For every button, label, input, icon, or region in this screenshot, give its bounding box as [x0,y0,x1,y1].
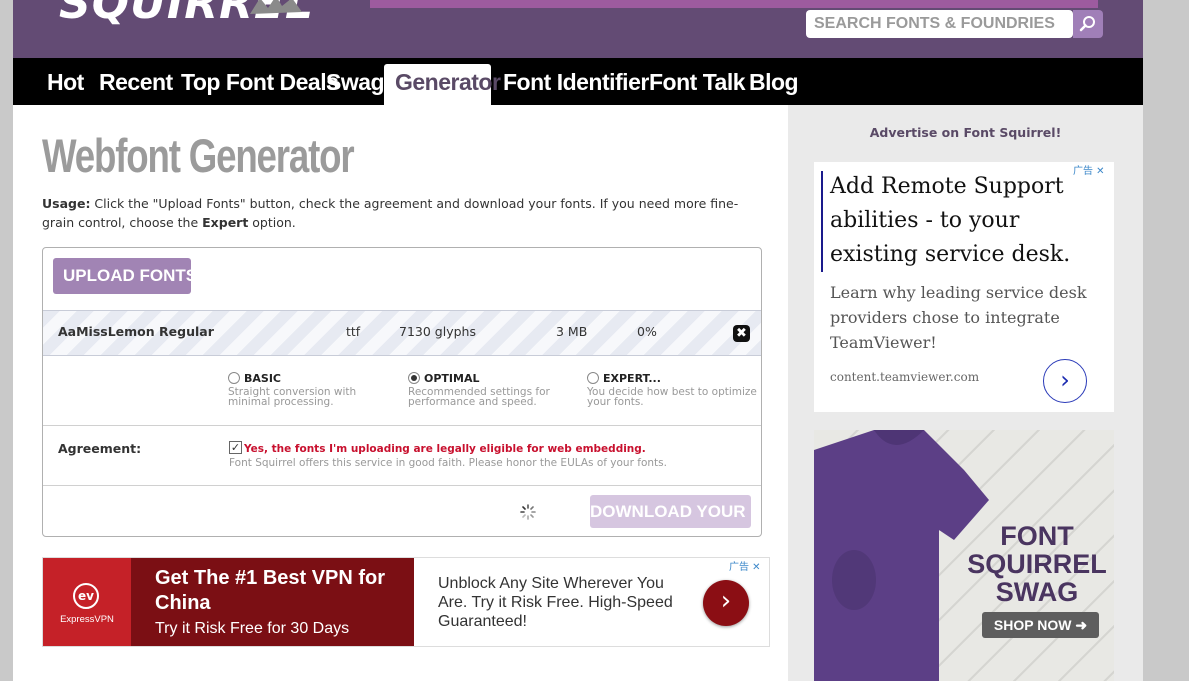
mode-optimal-radio[interactable] [408,372,420,384]
vpn-adchoice[interactable]: 广告 ✕ [729,558,761,573]
agreement-checkbox[interactable]: ✓ [229,441,242,454]
vpn-subheadline: Try it Risk Free for 30 Days [155,620,350,637]
vpn-brand: ExpressVPN [60,614,114,625]
download-kit-button[interactable]: DOWNLOAD YOUR KIT [590,495,761,528]
mode-expert-label: EXPERT... [603,372,661,385]
usage-text-2: option. [248,215,296,230]
font-progress: 0% [637,324,657,339]
header-banner [370,0,1098,8]
nav-item-blog[interactable]: Blog [738,64,809,105]
remove-font-button[interactable]: ✖ [733,325,750,342]
teamviewer-ad[interactable]: Add Remote Support abilities - to your e… [814,162,1114,412]
generator-panel: UPLOAD FONTS 🡡 AaMissLemon Regular ttf 7… [42,247,762,537]
shop-now-label: SHOP NOW [993,617,1072,633]
main-nav: Hot Recent Top Font Deals Swag Generator… [13,58,1143,105]
loading-spinner-icon [520,504,536,520]
search-box [806,10,1074,38]
tv-headline: Add Remote Support abilities - to your e… [830,174,1071,267]
upload-fonts-button[interactable]: UPLOAD FONTS 🡡 [53,258,215,294]
chevron-right-icon: › [720,586,732,616]
mode-basic-desc: Straight conversion with minimal process… [228,386,357,408]
search-button[interactable] [1073,10,1103,38]
expressvpn-logo-icon: ev [73,583,99,609]
font-name: AaMissLemon Regular [58,324,214,339]
font-row: AaMissLemon Regular ttf 7130 glyphs 3 MB… [43,310,761,356]
upload-fonts-label: UPLOAD FONTS [63,266,198,285]
mode-optimal-label: OPTIMAL [424,372,480,385]
mode-optimal-desc: Recommended settings for performance and… [408,386,550,408]
usage-text: Usage: Click the "Upload Fonts" button, … [42,194,742,232]
adchoice-label: 广告 [729,562,749,573]
agreement-label: Agreement: [58,441,142,456]
mode-basic-radio[interactable] [228,372,240,384]
font-size: 3 MB [556,324,588,339]
usage-text-1: Click the "Upload Fonts" button, check t… [42,196,739,230]
nav-item-hot[interactable]: Hot [36,64,95,105]
mode-basic-label: BASIC [244,372,281,385]
tv-adchoice[interactable]: 广告 ✕ [1073,162,1105,177]
nav-item-generator[interactable]: Generator [384,64,501,105]
vpn-body: Unblock Any Site Wherever You Are. Try i… [438,575,673,630]
squirrel-tail-icon [250,0,302,14]
vpn-ad[interactable]: ev ExpressVPN Get The #1 Best VPN for Ch… [42,557,770,647]
close-icon: ✖ [736,326,747,341]
page-title: Webfont Generator [42,129,355,182]
chevron-right-icon: › [1060,366,1070,394]
close-icon[interactable]: ✕ [749,562,760,573]
swag-ad[interactable]: FONT SQUIRREL SWAG SHOP NOW ➜ [814,430,1114,681]
search-icon [1079,16,1095,32]
search-input[interactable] [806,10,1074,38]
close-icon[interactable]: ✕ [1093,166,1104,177]
swag-title-line-1: FONT [1000,521,1074,551]
mode-expert-radio[interactable] [587,372,599,384]
usage-expert: Expert [202,215,249,230]
swag-title-line-3: SWAG [995,577,1079,607]
tv-arrow-button[interactable]: › [1043,359,1087,403]
nav-item-font-identifier[interactable]: Font Identifier [492,64,660,105]
font-format: ttf [346,324,361,339]
vpn-headline: Get The #1 Best VPN for China [155,567,386,614]
vpn-logo-box: ev ExpressVPN [43,558,131,646]
vpn-arrow-button[interactable]: › [703,580,749,626]
ad-accent-bar [821,171,823,272]
advertise-link[interactable]: Advertise on Font Squirrel! [788,125,1143,140]
mode-options: BASIC Straight conversion with minimal p… [43,356,761,426]
agreement-subtext: Font Squirrel offers this service in goo… [229,457,667,469]
usage-label: Usage: [42,196,91,211]
agreement-text[interactable]: Yes, the fonts I'm uploading are legally… [244,443,646,455]
agreement-row: Agreement: ✓ Yes, the fonts I'm uploadin… [43,426,761,486]
swag-title-line-2: SQUIRREL [967,549,1107,579]
arrow-up-icon: 🡡 [205,269,216,284]
arrow-right-icon: ➜ [1071,617,1088,633]
adchoice-label: 广告 [1073,166,1093,177]
tv-body: Learn why leading service desk providers… [830,283,1087,352]
swag-title: FONT SQUIRREL SWAG [962,522,1112,606]
font-glyphs: 7130 glyphs [399,324,476,339]
shop-now-button[interactable]: SHOP NOW ➜ [982,612,1099,638]
mode-expert-desc: You decide how best to optimize your fon… [587,386,757,408]
tv-url: content.teamviewer.com [830,370,980,384]
